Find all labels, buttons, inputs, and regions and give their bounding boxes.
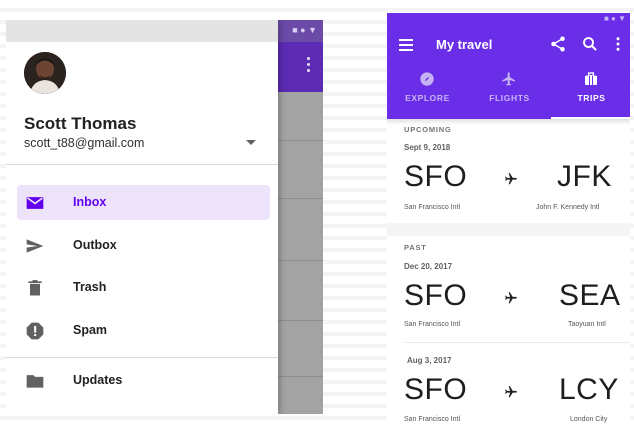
nav-item-label: Trash bbox=[73, 280, 107, 294]
section-divider bbox=[387, 223, 630, 236]
tab-trips[interactable]: TRIPS bbox=[551, 65, 630, 119]
email-app-screen: ■ ● ▼ Scott Thomas scott_t88@gmail.com I… bbox=[6, 20, 323, 414]
origin-code[interactable]: SFO bbox=[404, 373, 467, 407]
trip-date: Dec 20, 2017 bbox=[404, 262, 453, 271]
origin-code[interactable]: SFO bbox=[404, 160, 467, 194]
destination-code[interactable]: JFK bbox=[557, 160, 612, 194]
more-options-icon[interactable] bbox=[305, 54, 311, 76]
status-icons: ■ ● ▼ bbox=[292, 25, 317, 35]
list-divider bbox=[276, 260, 323, 261]
page-title: My travel bbox=[436, 37, 493, 52]
list-divider bbox=[276, 198, 323, 199]
origin-airport: San Francisco Intl bbox=[404, 204, 461, 211]
trip-divider bbox=[404, 342, 630, 343]
destination-airport: Taoyuan Intl bbox=[568, 321, 606, 328]
tab-label: TRIPS bbox=[577, 93, 606, 103]
section-label-past: PAST bbox=[404, 243, 427, 252]
tab-label: EXPLORE bbox=[405, 93, 450, 103]
flight-arrow-icon bbox=[505, 292, 517, 304]
share-icon[interactable] bbox=[549, 35, 567, 53]
nav-item-label: Updates bbox=[73, 373, 123, 387]
mail-icon bbox=[26, 197, 44, 209]
flight-icon bbox=[502, 72, 515, 86]
search-icon[interactable] bbox=[581, 35, 599, 53]
drawer-status-bar bbox=[6, 20, 278, 42]
destination-code[interactable]: SEA bbox=[559, 279, 621, 313]
flight-arrow-icon bbox=[505, 386, 517, 398]
list-divider bbox=[276, 376, 323, 377]
flight-arrow-icon bbox=[505, 173, 517, 185]
nav-item-label: Inbox bbox=[73, 195, 107, 209]
tab-label: FLIGHTS bbox=[489, 93, 530, 103]
more-options-icon[interactable] bbox=[609, 35, 627, 53]
destination-airport: London City bbox=[570, 416, 608, 423]
nav-item-outbox[interactable]: Outbox bbox=[17, 228, 270, 263]
account-dropdown-icon[interactable] bbox=[246, 140, 256, 145]
tab-bar: EXPLORE FLIGHTS TRIPS bbox=[387, 65, 630, 119]
trip-date: Aug 3, 2017 bbox=[407, 356, 452, 365]
origin-code[interactable]: SFO bbox=[404, 279, 467, 313]
nav-item-trash[interactable]: Trash bbox=[17, 270, 270, 305]
drawer-divider bbox=[6, 357, 278, 358]
user-email: scott_t88@gmail.com bbox=[24, 136, 145, 150]
nav-item-label: Outbox bbox=[73, 238, 117, 252]
drawer-divider bbox=[6, 164, 278, 165]
nav-item-label: Spam bbox=[73, 323, 108, 337]
nav-item-updates[interactable]: Updates bbox=[17, 363, 270, 398]
spam-icon bbox=[26, 322, 44, 340]
suitcase-icon bbox=[585, 72, 597, 85]
menu-icon[interactable] bbox=[399, 39, 413, 51]
origin-airport: San Francisco Intl bbox=[404, 416, 461, 423]
send-icon bbox=[26, 239, 44, 253]
list-divider bbox=[276, 320, 323, 321]
top-app-bar: My travel bbox=[387, 25, 630, 65]
trip-date: Sept 9, 2018 bbox=[404, 143, 451, 152]
explore-icon bbox=[420, 72, 434, 86]
trash-icon bbox=[28, 280, 42, 296]
nav-item-inbox[interactable]: Inbox bbox=[17, 185, 270, 220]
travel-app-screen: ■ ● ▼ My travel EXPLORE FLIGHTS TRIPS UP… bbox=[387, 13, 630, 428]
user-name: Scott Thomas bbox=[24, 114, 137, 133]
folder-icon bbox=[26, 375, 44, 388]
list-divider bbox=[276, 140, 323, 141]
tab-flights[interactable]: FLIGHTS bbox=[469, 65, 550, 119]
destination-code[interactable]: LCY bbox=[559, 373, 619, 407]
status-bar: ■ ● ▼ bbox=[387, 13, 630, 25]
status-icons: ■ ● ▼ bbox=[603, 14, 626, 23]
navigation-drawer: Scott Thomas scott_t88@gmail.com Inbox O… bbox=[6, 20, 278, 414]
avatar[interactable] bbox=[24, 52, 66, 94]
nav-item-spam[interactable]: Spam bbox=[17, 313, 270, 348]
section-label-upcoming: UPCOMING bbox=[404, 125, 452, 134]
tab-explore[interactable]: EXPLORE bbox=[387, 65, 468, 119]
origin-airport: San Francisco Intl bbox=[404, 321, 461, 328]
destination-airport: John F. Kennedy Intl bbox=[536, 204, 600, 211]
